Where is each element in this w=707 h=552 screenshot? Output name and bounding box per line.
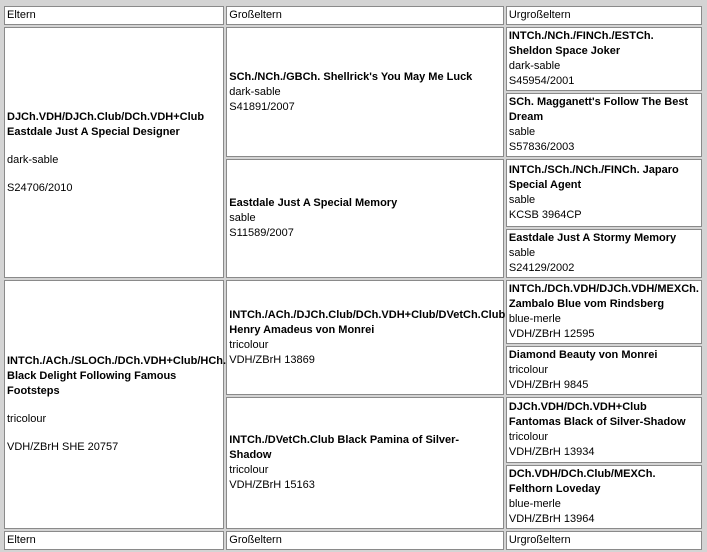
great-grandparent-1: INTCh./NCh./FINCh./ESTCh. Sheldon Space …: [505, 27, 702, 91]
dog-color: sable: [229, 212, 256, 224]
dog-color: tricolour: [508, 431, 548, 443]
header-parents: Eltern: [4, 6, 225, 25]
dog-reg: S57836/2003: [508, 141, 575, 153]
great-grandparent-2: SCh. Magganett's Follow The Best Dream s…: [505, 93, 702, 157]
dog-color: dark-sable: [229, 85, 281, 98]
parent-dam: INTCh./ACh./SLOCh./DCh.VDH+Club/HCh. Bla…: [4, 280, 227, 529]
dog-name: INTCh./DCh.VDH/DJCh.VDH/MEXCh. Zambalo B…: [508, 283, 699, 310]
dog-color: sable: [508, 194, 536, 206]
dog-name: Diamond Beauty von Monrei: [508, 349, 658, 361]
dog-name: INTCh./ACh./DJCh.Club/DCh.VDH+Club/DVetC…: [229, 308, 506, 336]
dog-reg: VDH/ZBrH 13964: [508, 513, 595, 525]
dog-color: tricolour: [7, 413, 47, 425]
dog-color: sable: [508, 247, 536, 259]
dog-color: blue-merle: [508, 498, 561, 510]
dog-reg: S24706/2010: [7, 181, 73, 194]
dog-name: SCh. Magganett's Follow The Best Dream: [508, 96, 689, 123]
dog-reg: VDH/ZBrH 15163: [229, 479, 315, 491]
dog-name: DJCh.VDH/DJCh.Club/DCh.VDH+Club Eastdale…: [7, 110, 205, 138]
great-grandparent-7: DJCh.VDH/DCh.VDH+Club Fantomas Black of …: [505, 397, 702, 463]
header-row: Eltern Großeltern Urgroßeltern: [4, 6, 702, 25]
pedigree-table: Eltern Großeltern Urgroßeltern DJCh.VDH/…: [2, 4, 704, 552]
footer-grandparents: Großeltern: [226, 531, 504, 550]
dog-reg: VDH/ZBrH SHE 20757: [7, 441, 119, 453]
dog-color: dark-sable: [7, 153, 59, 166]
great-grandparent-6: Diamond Beauty von Monrei tricolour VDH/…: [505, 346, 702, 395]
dog-name: INTCh./SCh./NCh./FINCh. Japaro Special A…: [508, 164, 679, 191]
dog-name: DJCh.VDH/DCh.VDH+Club Fantomas Black of …: [508, 401, 686, 428]
header-great-grandparents: Urgroßeltern: [505, 6, 702, 25]
grandparent-1: SCh./NCh./GBCh. Shellrick's You May Me L…: [226, 27, 504, 157]
dog-reg: VDH/ZBrH 13934: [508, 446, 595, 458]
grandparent-3: INTCh./ACh./DJCh.Club/DCh.VDH+Club/DVetC…: [226, 280, 506, 395]
parent-sire: DJCh.VDH/DJCh.Club/DCh.VDH+Club Eastdale…: [4, 27, 225, 278]
dog-color: dark-sable: [508, 60, 561, 72]
dog-reg: VDH/ZBrH 13869: [229, 353, 315, 366]
dog-name: INTCh./ACh./SLOCh./DCh.VDH+Club/HCh. Bla…: [7, 355, 227, 397]
dog-name: Eastdale Just A Special Memory: [229, 197, 398, 209]
dog-color: tricolour: [508, 364, 548, 376]
dog-reg: S24129/2002: [508, 262, 575, 274]
footer-parents: Eltern: [4, 531, 225, 550]
dog-reg: S45954/2001: [508, 75, 575, 87]
great-grandparent-4: Eastdale Just A Stormy Memory sable S241…: [505, 229, 702, 278]
dog-name: Eastdale Just A Stormy Memory: [508, 232, 677, 244]
dog-color: tricolour: [229, 464, 269, 476]
dog-name: DCh.VDH/DCh.Club/MEXCh. Felthorn Loveday: [508, 468, 656, 495]
dog-name: SCh./NCh./GBCh. Shellrick's You May Me L…: [229, 70, 473, 83]
dog-color: blue-merle: [508, 313, 561, 325]
dog-reg: VDH/ZBrH 9845: [508, 379, 589, 391]
dog-color: sable: [508, 126, 536, 138]
header-grandparents: Großeltern: [226, 6, 504, 25]
dog-name: INTCh./NCh./FINCh./ESTCh. Sheldon Space …: [508, 30, 654, 57]
dog-name: INTCh./DVetCh.Club Black Pamina of Silve…: [229, 434, 460, 461]
grandparent-4: INTCh./DVetCh.Club Black Pamina of Silve…: [226, 397, 504, 529]
great-grandparent-5: INTCh./DCh.VDH/DJCh.VDH/MEXCh. Zambalo B…: [505, 280, 702, 344]
dog-reg: KCSB 3964CP: [508, 209, 582, 221]
great-grandparent-3: INTCh./SCh./NCh./FINCh. Japaro Special A…: [505, 159, 702, 227]
dog-reg: VDH/ZBrH 12595: [508, 328, 595, 340]
footer-row: Eltern Großeltern Urgroßeltern: [4, 531, 702, 550]
great-grandparent-8: DCh.VDH/DCh.Club/MEXCh. Felthorn Loveday…: [505, 465, 702, 529]
footer-great-grandparents: Urgroßeltern: [505, 531, 702, 550]
dog-reg: S41891/2007: [229, 100, 295, 113]
grandparent-2: Eastdale Just A Special Memory sable S11…: [226, 159, 504, 278]
dog-color: tricolour: [229, 338, 269, 351]
dog-reg: S11589/2007: [229, 227, 294, 239]
